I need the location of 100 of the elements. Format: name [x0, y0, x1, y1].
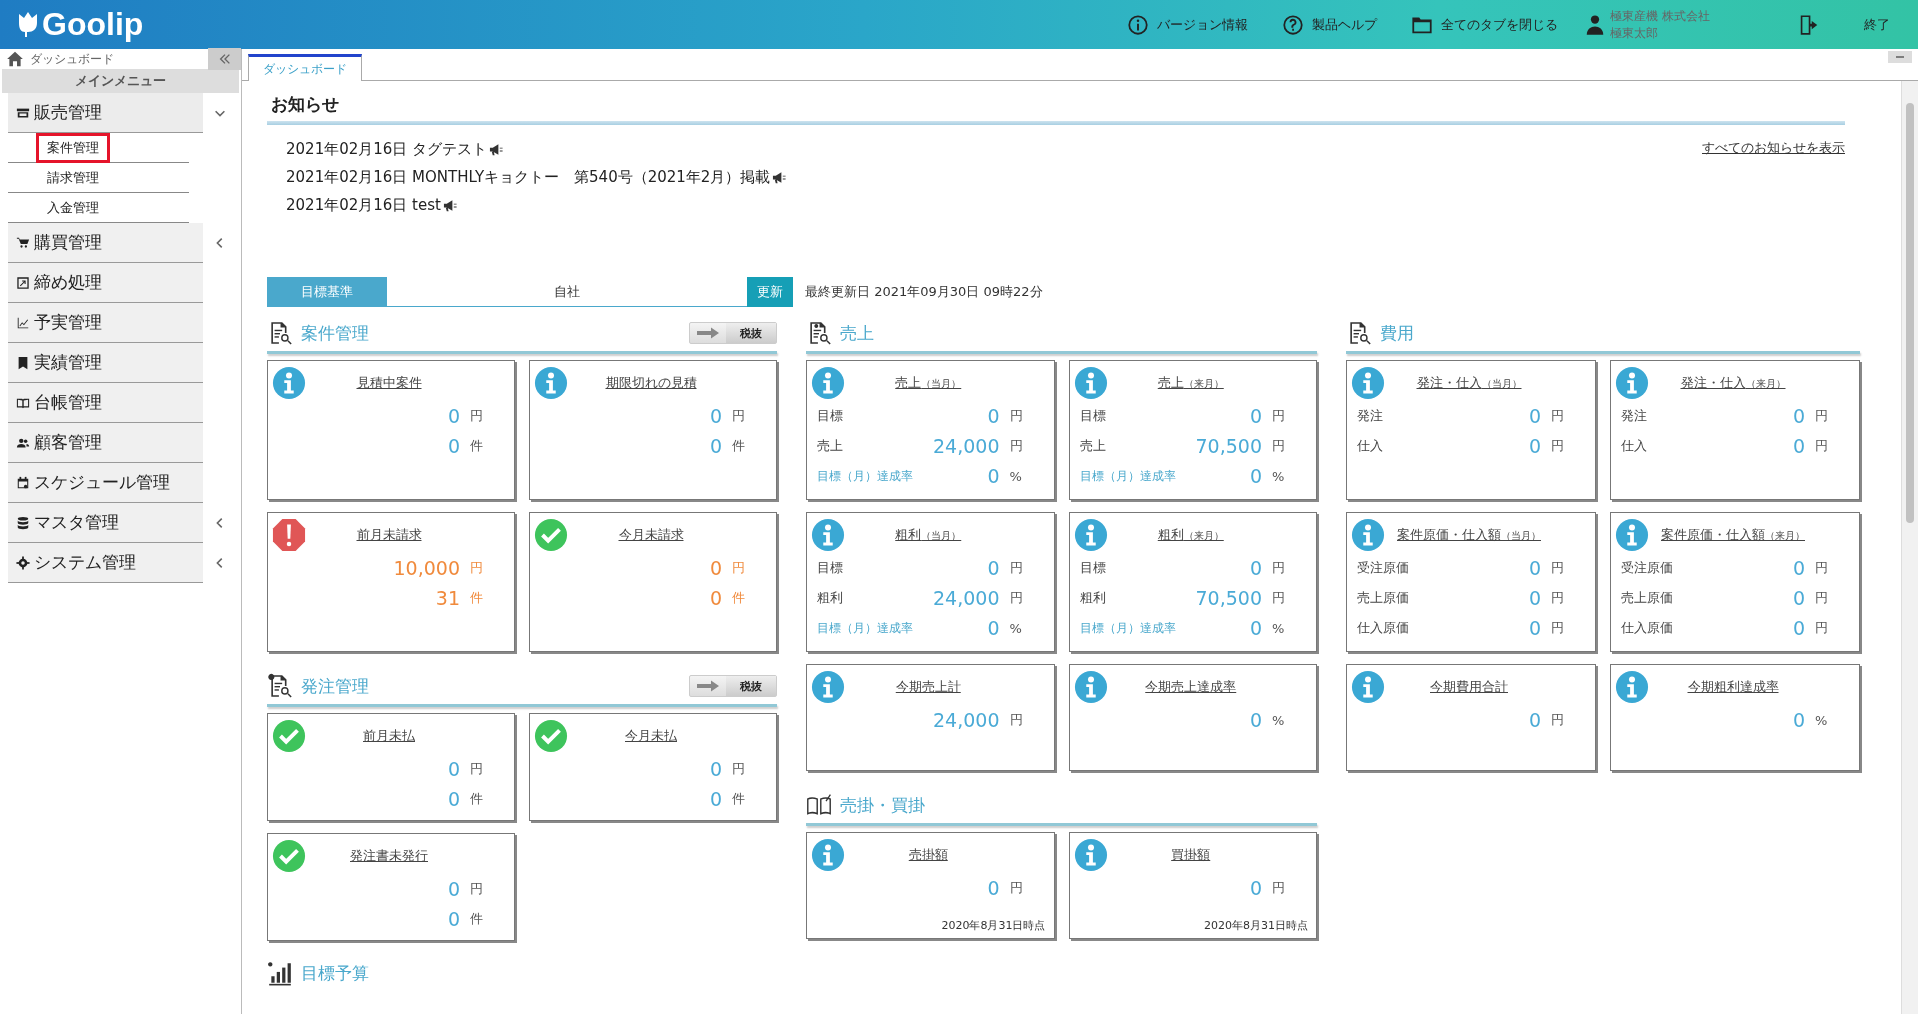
info-icon: [1615, 670, 1649, 704]
cart-icon: [16, 235, 30, 250]
card-title-link[interactable]: 見積中案件: [306, 374, 472, 392]
card-title-link[interactable]: 今期費用合計: [1385, 678, 1553, 696]
minimize-button[interactable]: [1888, 51, 1912, 63]
amount-value: 0: [1528, 617, 1541, 639]
card-title-link[interactable]: 今期売上計: [845, 678, 1012, 696]
card-title-link[interactable]: 売上（来月）: [1107, 374, 1274, 392]
line-chart-icon: [16, 315, 30, 330]
card-title-link[interactable]: 発注書未発行: [306, 847, 472, 865]
section-title: 発注管理: [301, 674, 370, 698]
header-link[interactable]: 製品ヘルプ: [1282, 13, 1378, 36]
exit-icon[interactable]: [1798, 13, 1820, 36]
menu-item[interactable]: 台帳管理: [8, 383, 203, 423]
menu-item[interactable]: 販売管理: [8, 93, 203, 133]
submenu-item[interactable]: 請求管理: [36, 162, 110, 193]
check-icon: [534, 518, 568, 552]
amount-value: 0: [1528, 405, 1541, 427]
bookmark-icon: [16, 355, 30, 370]
info-icon: [272, 366, 306, 400]
as-of-date: 2020年8月31日時点: [1204, 918, 1308, 933]
row-label: 目標: [817, 407, 844, 425]
unit-label: 円: [1814, 589, 1829, 607]
header-link[interactable]: バージョン情報: [1127, 13, 1249, 36]
menu-item[interactable]: 予実管理: [8, 303, 203, 343]
check-icon: [534, 719, 568, 753]
section-title: 売上: [840, 321, 875, 345]
book-icon: [806, 792, 832, 818]
company-name: 極東産機 株式会社: [1610, 7, 1710, 25]
amount-value: 0: [1249, 557, 1262, 579]
amount-value: 0: [1792, 405, 1805, 427]
show-all-link[interactable]: すべてのお知らせを表示: [1702, 139, 1845, 219]
card-title-link[interactable]: 買掛額: [1107, 846, 1274, 864]
submenu-item[interactable]: 入金管理: [36, 192, 110, 223]
card-title-link[interactable]: 発注・仕入（来月）: [1649, 374, 1817, 392]
row-label: 仕入原価: [1357, 619, 1410, 637]
scrollbar[interactable]: [1901, 81, 1918, 1014]
tulip-icon: [16, 10, 40, 39]
menu-item[interactable]: スケジュール管理: [8, 463, 203, 503]
exit-button[interactable]: 終了: [1864, 15, 1890, 34]
unit-label: 円: [1271, 589, 1286, 607]
info-icon: [1127, 13, 1150, 36]
menu-item[interactable]: マスタ管理: [8, 503, 203, 543]
section-title: 費用: [1380, 321, 1415, 345]
tax-toggle[interactable]: 税抜: [689, 322, 777, 344]
scrollbar-thumb[interactable]: [1906, 103, 1914, 523]
card-title-link[interactable]: 発注・仕入（当月）: [1385, 374, 1553, 392]
row-label: 仕入: [1621, 437, 1648, 455]
card-title-link[interactable]: 前月未請求: [306, 526, 472, 544]
unit-label: 円: [469, 760, 484, 778]
row-label: 粗利: [1079, 589, 1107, 607]
amount-value: 0: [447, 435, 460, 457]
card-title-link[interactable]: 案件原価・仕入額（当月）: [1385, 526, 1553, 544]
amount-value: 0: [1792, 557, 1805, 579]
filter-field[interactable]: 自社: [387, 277, 747, 307]
tax-toggle[interactable]: 税抜: [689, 675, 777, 697]
unit-label: 件: [731, 790, 746, 808]
unit-label: 円: [469, 559, 484, 577]
unit-label: 円: [1008, 879, 1024, 897]
header-link[interactable]: 全てのタブを閉じる: [1411, 13, 1559, 36]
card-title-link[interactable]: 今期売上達成率: [1107, 678, 1274, 696]
row-label: 売上原価: [1357, 589, 1410, 607]
amount-value: 0: [447, 758, 460, 780]
amount-value: 0: [1249, 405, 1262, 427]
amount-value: 0: [447, 878, 460, 900]
unit-label: 円: [731, 407, 746, 425]
unit-label: 件: [469, 910, 484, 928]
unit-label: 円: [469, 407, 484, 425]
menu-item[interactable]: 実績管理: [8, 343, 203, 383]
card-title-link[interactable]: 売掛額: [845, 846, 1012, 864]
card-title-link[interactable]: 粗利（来月）: [1107, 526, 1274, 544]
card-title-link[interactable]: 今月未払: [568, 727, 734, 745]
collapse-button[interactable]: [208, 48, 241, 70]
row-label: 目標: [817, 559, 844, 577]
menu-item[interactable]: 購買管理: [8, 223, 203, 263]
unit-label: 円: [1814, 407, 1829, 425]
last-updated-text: 最終更新日 2021年09月30日 09時22分: [805, 283, 1043, 301]
card-title-link[interactable]: 前月未払: [306, 727, 472, 745]
amount-value: 0: [447, 788, 460, 810]
card-title-link[interactable]: 売上（当月）: [845, 374, 1012, 392]
notice-item[interactable]: 2021年02月16日 test: [286, 195, 441, 215]
user-name: 極東太郎: [1610, 24, 1660, 42]
notice-item[interactable]: 2021年02月16日 MONTHLYキョクトー 第540号（2021年2月）掲載: [286, 167, 771, 187]
info-icon: [1351, 366, 1385, 400]
row-label: 仕入原価: [1621, 619, 1674, 637]
unit-label: 円: [1814, 559, 1829, 577]
card-title-link[interactable]: 期限切れの見積: [568, 374, 734, 392]
card-title-link[interactable]: 案件原価・仕入額（来月）: [1649, 526, 1817, 544]
card-title-link[interactable]: 今月未請求: [568, 526, 734, 544]
notice-item[interactable]: 2021年02月16日 タグテスト: [286, 139, 488, 159]
submenu-item[interactable]: 案件管理: [36, 132, 110, 163]
menu-item[interactable]: 顧客管理: [8, 423, 203, 463]
card-title-link[interactable]: 粗利（当月）: [845, 526, 1012, 544]
menu-item[interactable]: システム管理: [8, 543, 203, 583]
dashboard-link[interactable]: ダッシュボード: [30, 50, 208, 68]
card-title-link[interactable]: 今期粗利達成率: [1649, 678, 1817, 696]
menu-item[interactable]: 締め処理: [8, 263, 203, 303]
unit-label: 円: [1271, 407, 1286, 425]
arrow-icon: [696, 680, 720, 692]
unit-label: 円: [1271, 559, 1286, 577]
